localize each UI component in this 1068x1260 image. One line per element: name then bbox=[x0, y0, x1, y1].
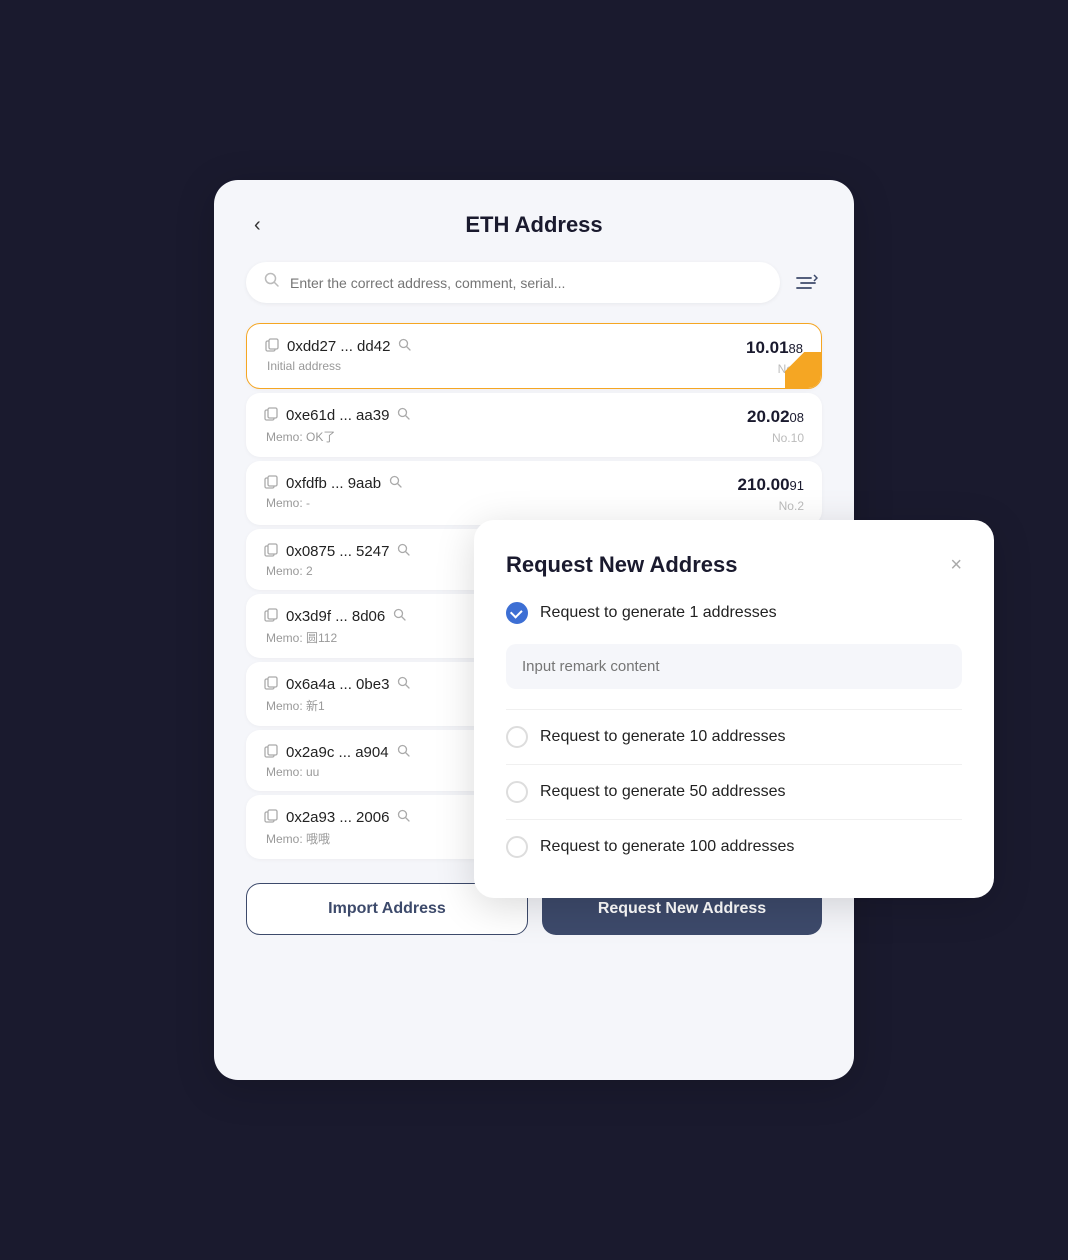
address-item[interactable]: 0xe61d ... aa39 Memo: OK了 20.0208 No.10 bbox=[246, 393, 822, 457]
address-row: 0x6a4a ... 0be3 bbox=[264, 676, 411, 693]
address-search-icon[interactable] bbox=[397, 676, 411, 693]
divider bbox=[506, 709, 962, 710]
address-item-left: 0xe61d ... aa39 Memo: OK了 bbox=[264, 407, 411, 445]
radio-option[interactable]: Request to generate 50 addresses bbox=[506, 781, 962, 803]
modal-request-address: Request New Address × Request to generat… bbox=[474, 520, 994, 898]
radio-option[interactable]: Request to generate 1 addresses bbox=[506, 602, 962, 624]
modal-radio-item: Request to generate 50 addresses bbox=[506, 781, 962, 803]
address-balance: 210.0091 bbox=[738, 475, 804, 495]
address-row: 0xdd27 ... dd42 bbox=[265, 338, 412, 355]
address-memo: Memo: 哦哦 bbox=[266, 830, 411, 847]
address-search-icon[interactable] bbox=[398, 338, 412, 355]
copy-icon[interactable] bbox=[264, 744, 278, 761]
address-item-left: 0x3d9f ... 8d06 Memo: 圆112 bbox=[264, 608, 407, 646]
address-item-left: 0x2a9c ... a904 Memo: uu bbox=[264, 744, 411, 779]
address-item-left: 0x0875 ... 5247 Memo: 2 bbox=[264, 543, 411, 578]
address-item-left: 0x2a93 ... 2006 Memo: 哦哦 bbox=[264, 809, 411, 847]
address-row: 0xfdfb ... 9aab bbox=[264, 475, 403, 492]
radio-label: Request to generate 50 addresses bbox=[540, 783, 786, 801]
address-item-left: 0x6a4a ... 0be3 Memo: 新1 bbox=[264, 676, 411, 714]
address-search-icon[interactable] bbox=[397, 543, 411, 560]
remark-input[interactable] bbox=[506, 644, 962, 689]
address-text: 0x6a4a ... 0be3 bbox=[286, 676, 389, 693]
divider bbox=[506, 764, 962, 765]
address-row: 0x2a93 ... 2006 bbox=[264, 809, 411, 826]
copy-icon[interactable] bbox=[264, 407, 278, 424]
modal-radio-item: Request to generate 10 addresses bbox=[506, 726, 962, 748]
address-memo: Memo: 圆112 bbox=[266, 629, 407, 646]
address-item-right: 20.0208 No.10 bbox=[747, 407, 804, 445]
active-corner bbox=[785, 352, 821, 388]
address-text: 0xfdfb ... 9aab bbox=[286, 475, 381, 492]
address-no: No.2 bbox=[779, 499, 804, 513]
address-memo: Memo: - bbox=[266, 496, 403, 510]
address-search-icon[interactable] bbox=[397, 744, 411, 761]
modal-close-button[interactable]: × bbox=[950, 554, 962, 577]
address-row: 0x0875 ... 5247 bbox=[264, 543, 411, 560]
address-row: 0x3d9f ... 8d06 bbox=[264, 608, 407, 625]
copy-icon[interactable] bbox=[264, 809, 278, 826]
copy-icon[interactable] bbox=[265, 338, 279, 355]
search-row bbox=[246, 262, 822, 303]
copy-icon[interactable] bbox=[264, 608, 278, 625]
address-text: 0xdd27 ... dd42 bbox=[287, 338, 390, 355]
search-icon bbox=[264, 272, 280, 293]
divider bbox=[506, 819, 962, 820]
radio-circle bbox=[506, 836, 528, 858]
address-memo: Memo: 2 bbox=[266, 564, 411, 578]
header: ‹ ETH Address bbox=[246, 212, 822, 238]
radio-label: Request to generate 10 addresses bbox=[540, 728, 786, 746]
radio-circle bbox=[506, 726, 528, 748]
address-text: 0x2a93 ... 2006 bbox=[286, 809, 389, 826]
filter-button[interactable] bbox=[790, 267, 822, 299]
address-row: 0xe61d ... aa39 bbox=[264, 407, 411, 424]
modal-radio-item: Request to generate 100 addresses bbox=[506, 836, 962, 858]
address-search-icon[interactable] bbox=[389, 475, 403, 492]
search-input[interactable] bbox=[290, 275, 762, 291]
address-text: 0x2a9c ... a904 bbox=[286, 744, 389, 761]
address-item-left: 0xfdfb ... 9aab Memo: - bbox=[264, 475, 403, 510]
modal-options: Request to generate 1 addresses Request … bbox=[506, 602, 962, 858]
address-item[interactable]: 0xfdfb ... 9aab Memo: - 210.0091 No.2 bbox=[246, 461, 822, 525]
copy-icon[interactable] bbox=[264, 676, 278, 693]
address-row: 0x2a9c ... a904 bbox=[264, 744, 411, 761]
address-no: No.10 bbox=[772, 431, 804, 445]
address-memo: Memo: OK了 bbox=[266, 428, 411, 445]
address-search-icon[interactable] bbox=[397, 407, 411, 424]
search-box bbox=[246, 262, 780, 303]
address-memo: Initial address bbox=[267, 359, 412, 373]
address-balance: 20.0208 bbox=[747, 407, 804, 427]
copy-icon[interactable] bbox=[264, 475, 278, 492]
radio-circle bbox=[506, 602, 528, 624]
address-text: 0x3d9f ... 8d06 bbox=[286, 608, 385, 625]
radio-option[interactable]: Request to generate 100 addresses bbox=[506, 836, 962, 858]
radio-label: Request to generate 100 addresses bbox=[540, 838, 794, 856]
address-memo: Memo: uu bbox=[266, 765, 411, 779]
address-text: 0x0875 ... 5247 bbox=[286, 543, 389, 560]
address-item[interactable]: 0xdd27 ... dd42 Initial address 10.0188 … bbox=[246, 323, 822, 389]
modal-radio-item: Request to generate 1 addresses bbox=[506, 602, 962, 705]
main-card: ‹ ETH Address bbox=[214, 180, 854, 1080]
back-button[interactable]: ‹ bbox=[246, 210, 269, 241]
address-item-left: 0xdd27 ... dd42 Initial address bbox=[265, 338, 412, 373]
address-text: 0xe61d ... aa39 bbox=[286, 407, 389, 424]
address-item-right: 210.0091 No.2 bbox=[738, 475, 804, 513]
address-search-icon[interactable] bbox=[393, 608, 407, 625]
modal-title: Request New Address bbox=[506, 552, 737, 578]
radio-option[interactable]: Request to generate 10 addresses bbox=[506, 726, 962, 748]
radio-circle bbox=[506, 781, 528, 803]
copy-icon[interactable] bbox=[264, 543, 278, 560]
page-title: ETH Address bbox=[465, 212, 602, 238]
address-memo: Memo: 新1 bbox=[266, 697, 411, 714]
address-search-icon[interactable] bbox=[397, 809, 411, 826]
modal-header: Request New Address × bbox=[506, 552, 962, 578]
radio-label: Request to generate 1 addresses bbox=[540, 604, 777, 622]
